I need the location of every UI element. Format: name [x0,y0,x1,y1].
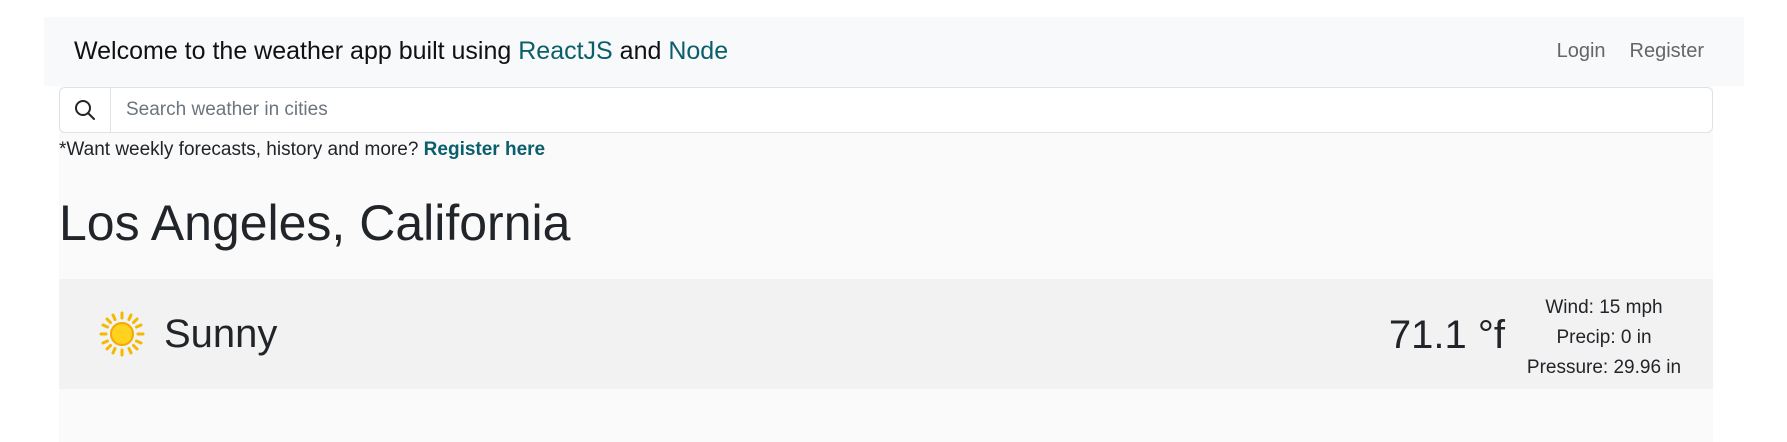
brand-and: and [612,37,669,65]
weather-condition: Sunny [164,312,278,356]
weather-card: Sunny 71.1 °f Wind: 15 mph Precip: 0 in … [59,279,1713,389]
promo-text: *Want weekly forecasts, history and more… [59,139,424,160]
sun-icon [99,311,145,357]
temperature: 71.1 °f [1388,313,1505,357]
login-link[interactable]: Login [1557,40,1606,63]
main-content: *Want weekly forecasts, history and more… [59,86,1713,442]
weather-details: Wind: 15 mph Precip: 0 in Pressure: 29.9… [1519,293,1689,383]
register-link[interactable]: Register [1630,40,1704,63]
precip-value: Precip: 0 in [1556,327,1652,348]
search-input[interactable] [111,88,1712,132]
brand-text: Welcome to the weather app built using [74,37,519,65]
pressure-value: Pressure: 29.96 in [1526,357,1682,378]
search-icon[interactable] [60,88,111,132]
wind-value: Wind: 15 mph [1545,297,1663,318]
nav-links: Login Register [1557,40,1704,63]
reactjs-link[interactable]: ReactJS [518,37,612,65]
node-link[interactable]: Node [668,37,728,65]
register-here-link[interactable]: Register here [424,139,545,160]
search-bar [59,87,1713,133]
location-title: Los Angeles, California [59,195,571,251]
navbar: Welcome to the weather app built using R… [44,17,1744,86]
register-promo: *Want weekly forecasts, history and more… [59,139,545,161]
brand-title: Welcome to the weather app built using R… [74,37,728,66]
